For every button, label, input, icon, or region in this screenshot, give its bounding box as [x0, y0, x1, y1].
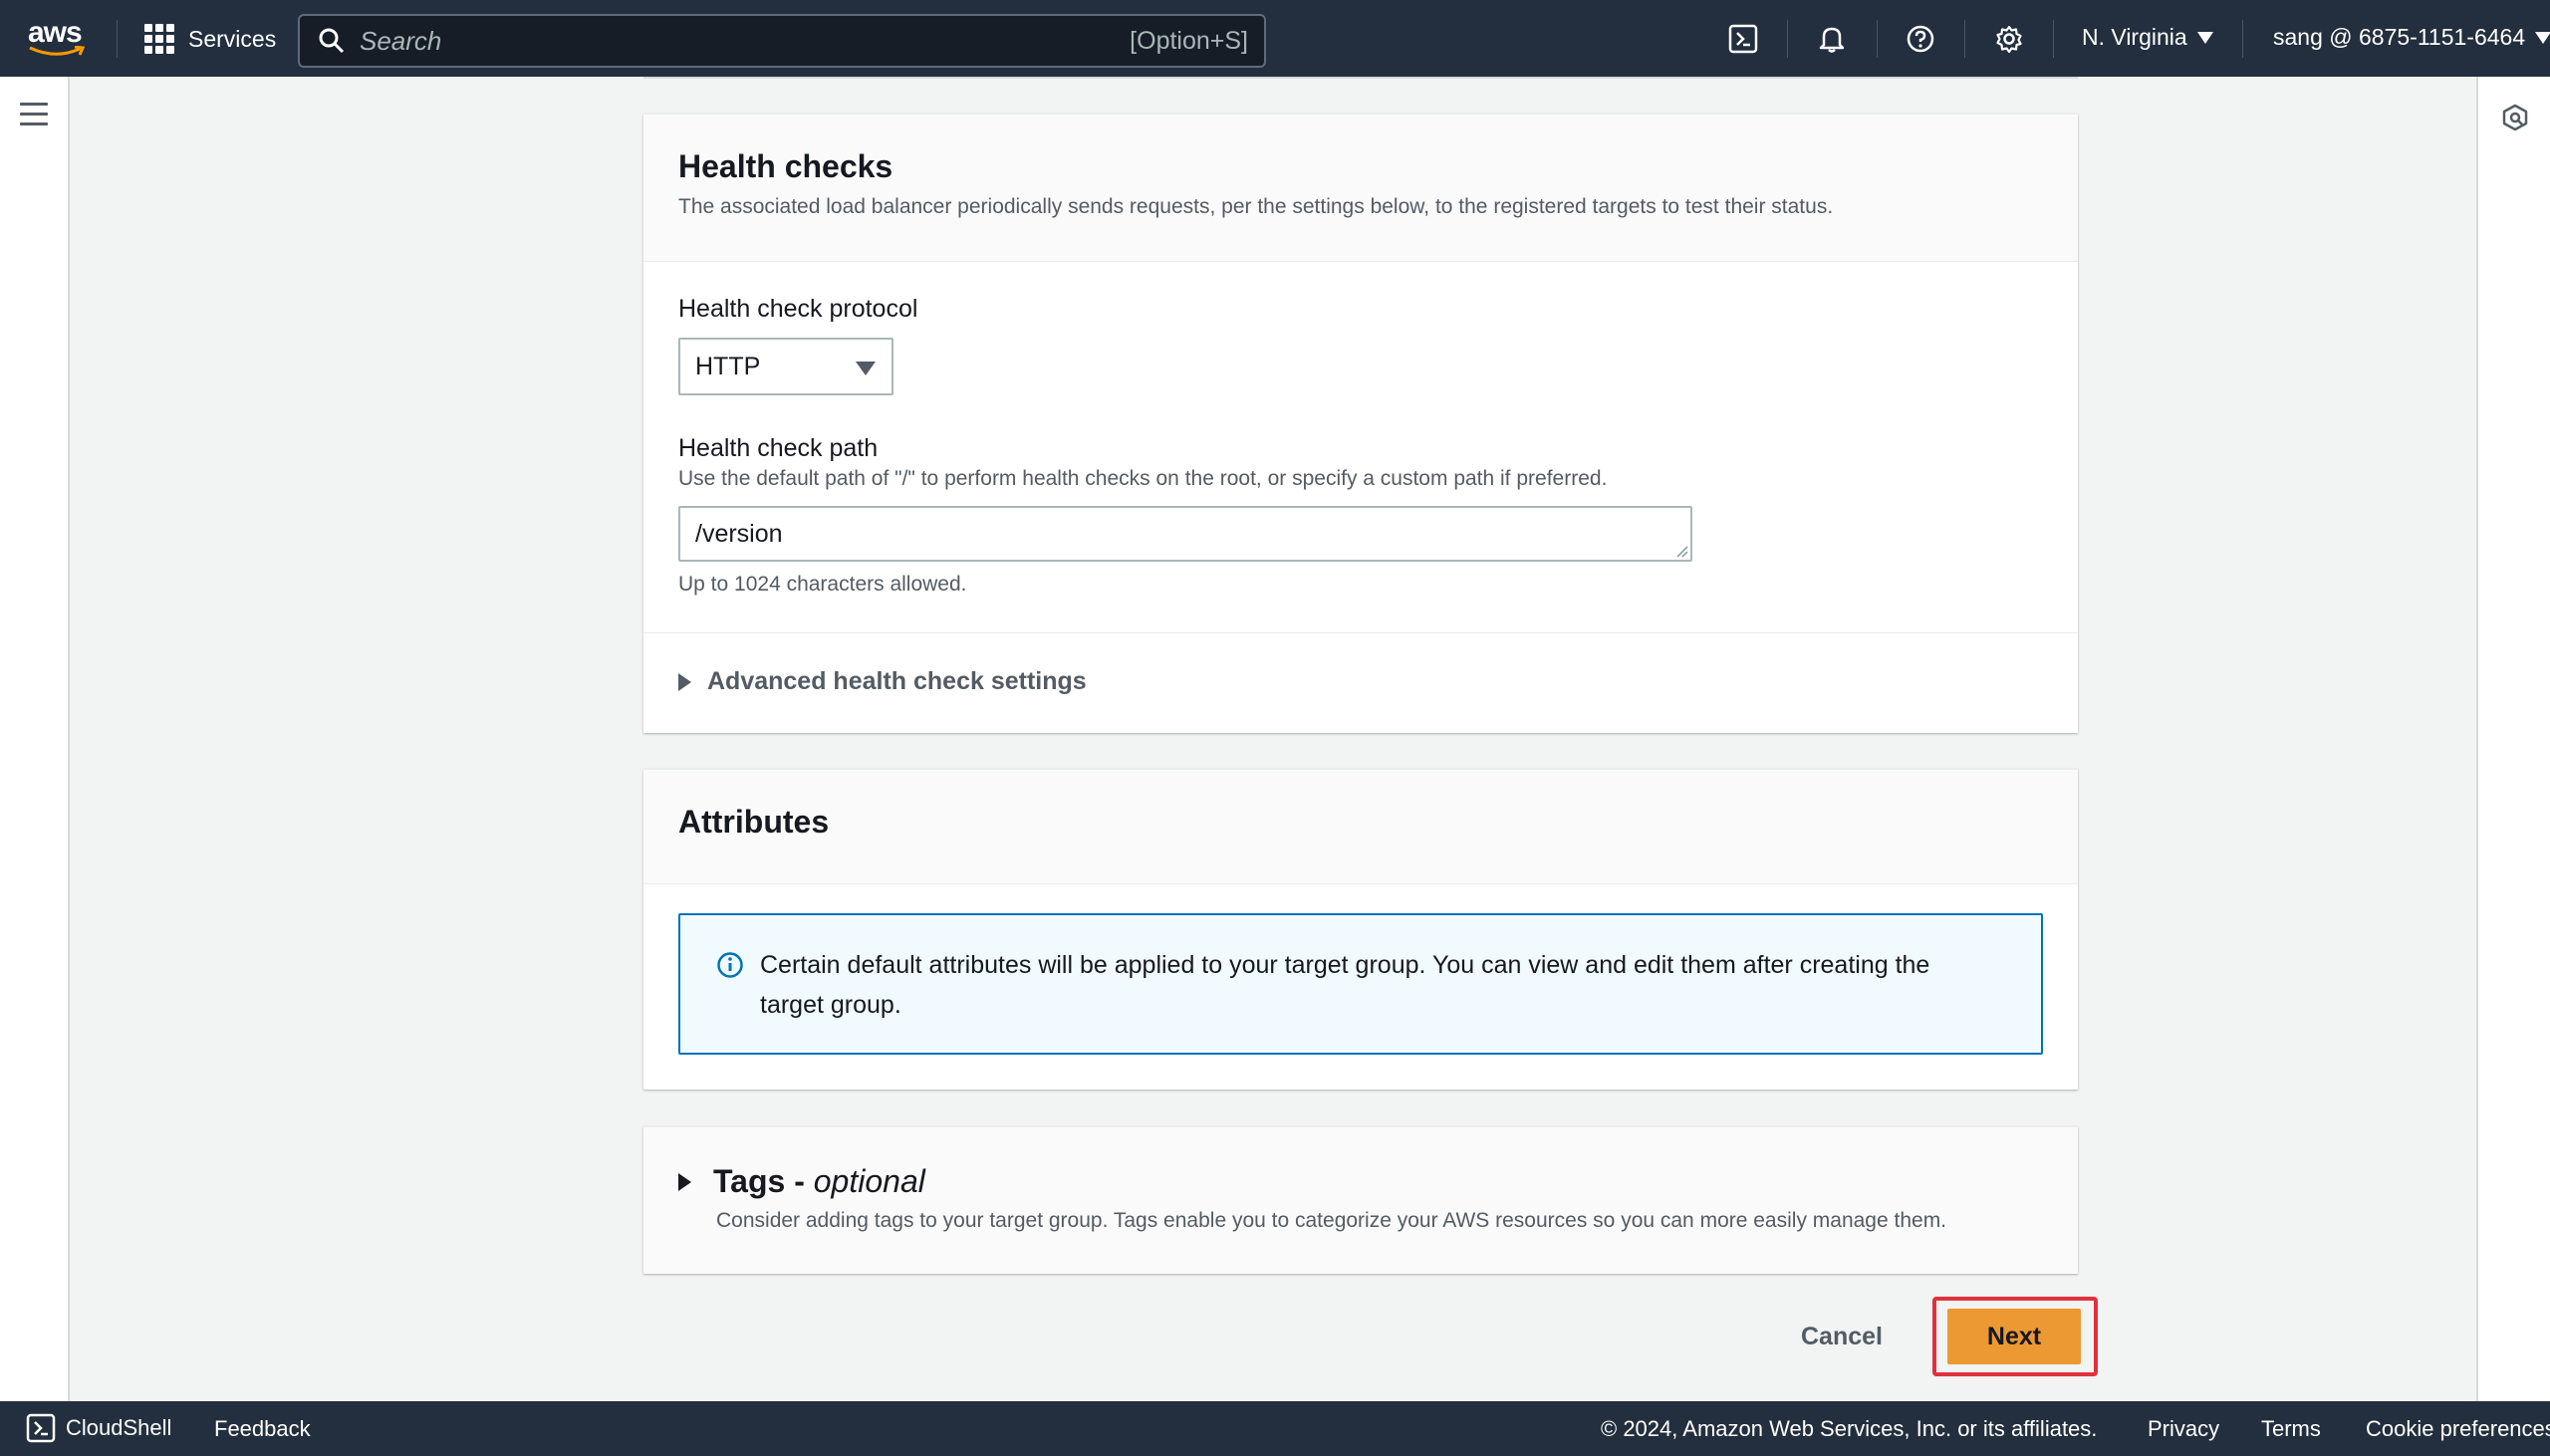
tags-toggle[interactable]: Tags - optional: [678, 1163, 925, 1200]
account-label: sang @ 6875-1151-6464: [2273, 24, 2526, 50]
health-checks-title: Health checks: [678, 148, 893, 184]
nav-divider: [1964, 20, 1965, 58]
caret-right-icon: [678, 672, 691, 691]
cloudshell-button[interactable]: [1726, 22, 1760, 56]
region-label: N. Virginia: [2082, 24, 2187, 50]
footer: CloudShell Feedback © 2024, Amazon Web S…: [0, 1401, 2550, 1456]
account-menu[interactable]: sang @ 6875-1151-6464: [2273, 24, 2550, 51]
top-navigation: aws Services [Option+S]: [0, 0, 2550, 77]
next-button[interactable]: Next: [1947, 1309, 2081, 1364]
nav-divider: [2053, 20, 2054, 58]
tags-title: Tags -: [713, 1163, 814, 1199]
cloudshell-icon: [26, 1413, 56, 1443]
caret-right-icon: [678, 1172, 691, 1191]
settings-button[interactable]: [1992, 22, 2026, 56]
feedback-link[interactable]: Feedback: [214, 1416, 311, 1442]
health-check-protocol-select[interactable]: HTTP: [678, 338, 893, 395]
caret-down-icon: [2196, 31, 2213, 44]
search-input[interactable]: [360, 25, 1057, 57]
caret-down-icon: [2535, 31, 2550, 44]
attributes-info-alert: Certain default attributes will be appli…: [678, 913, 2043, 1055]
nav-divider: [1787, 20, 1788, 58]
search-icon: [319, 28, 345, 54]
privacy-link[interactable]: Privacy: [2148, 1416, 2219, 1442]
nav-divider: [1877, 20, 1878, 58]
health-check-protocol-label: Health check protocol: [678, 295, 918, 323]
tags-panel: Tags - optional Consider adding tags to …: [643, 1126, 2078, 1274]
cloudshell-label: CloudShell: [66, 1415, 172, 1440]
cookie-preferences-link[interactable]: Cookie preferences: [2366, 1416, 2550, 1442]
health-check-path-description: Use the default path of "/" to perform h…: [678, 467, 1608, 490]
left-sidebar: [0, 77, 70, 1401]
tags-optional-label: optional: [813, 1163, 925, 1199]
grid-icon: [144, 24, 174, 54]
bell-icon: [1819, 27, 1845, 53]
previous-panel-edge: [643, 77, 2078, 79]
info-icon: [717, 952, 743, 978]
attributes-title: Attributes: [678, 804, 830, 840]
aws-logo-text: aws: [28, 16, 83, 49]
services-menu-button[interactable]: Services: [144, 20, 276, 58]
services-label: Services: [188, 25, 277, 52]
health-check-path-label: Health check path: [678, 434, 879, 462]
resize-handle-icon[interactable]: [1674, 544, 1688, 558]
divider: [643, 632, 2078, 633]
health-checks-panel: Health checks The associated load balanc…: [643, 114, 2078, 733]
health-check-path-constraint: Up to 1024 characters allowed.: [678, 573, 967, 596]
health-check-path-value: /version: [695, 519, 783, 548]
gear-icon: [1996, 25, 2022, 54]
help-button[interactable]: [1904, 22, 1937, 56]
notifications-button[interactable]: [1815, 22, 1849, 56]
hamburger-menu-icon[interactable]: [20, 103, 48, 126]
nav-divider: [2242, 20, 2243, 58]
health-checks-header: Health checks The associated load balanc…: [643, 115, 2078, 262]
info-panel-icon[interactable]: [2500, 103, 2530, 132]
search-bar[interactable]: [Option+S]: [298, 14, 1266, 68]
aws-logo[interactable]: aws: [28, 18, 88, 60]
search-shortcut: [Option+S]: [1130, 26, 1248, 55]
advanced-health-check-settings-label: Advanced health check settings: [707, 667, 1087, 695]
advanced-health-check-settings-toggle[interactable]: Advanced health check settings: [678, 667, 1087, 696]
health-checks-description: The associated load balancer periodicall…: [678, 195, 1834, 218]
caret-down-icon: [856, 362, 876, 375]
attributes-header: Attributes: [643, 770, 2078, 884]
cloudshell-footer-button[interactable]: CloudShell: [26, 1413, 171, 1443]
copyright-text: © 2024, Amazon Web Services, Inc. or its…: [1601, 1416, 2098, 1441]
region-selector[interactable]: N. Virginia: [2082, 24, 2213, 51]
cancel-button[interactable]: Cancel: [1801, 1313, 1883, 1360]
tags-description: Consider adding tags to your target grou…: [716, 1209, 1947, 1232]
attributes-info-text: Certain default attributes will be appli…: [760, 951, 1930, 1019]
help-icon: [1907, 25, 1934, 53]
terms-link[interactable]: Terms: [2261, 1416, 2321, 1442]
health-check-protocol-value: HTTP: [695, 352, 761, 380]
attributes-panel: Attributes Certain default attributes wi…: [643, 769, 2078, 1090]
nav-divider: [117, 20, 118, 58]
health-check-path-input[interactable]: /version: [678, 506, 1692, 562]
cloudshell-icon: [1728, 24, 1758, 54]
right-sidebar: [2476, 77, 2550, 1401]
